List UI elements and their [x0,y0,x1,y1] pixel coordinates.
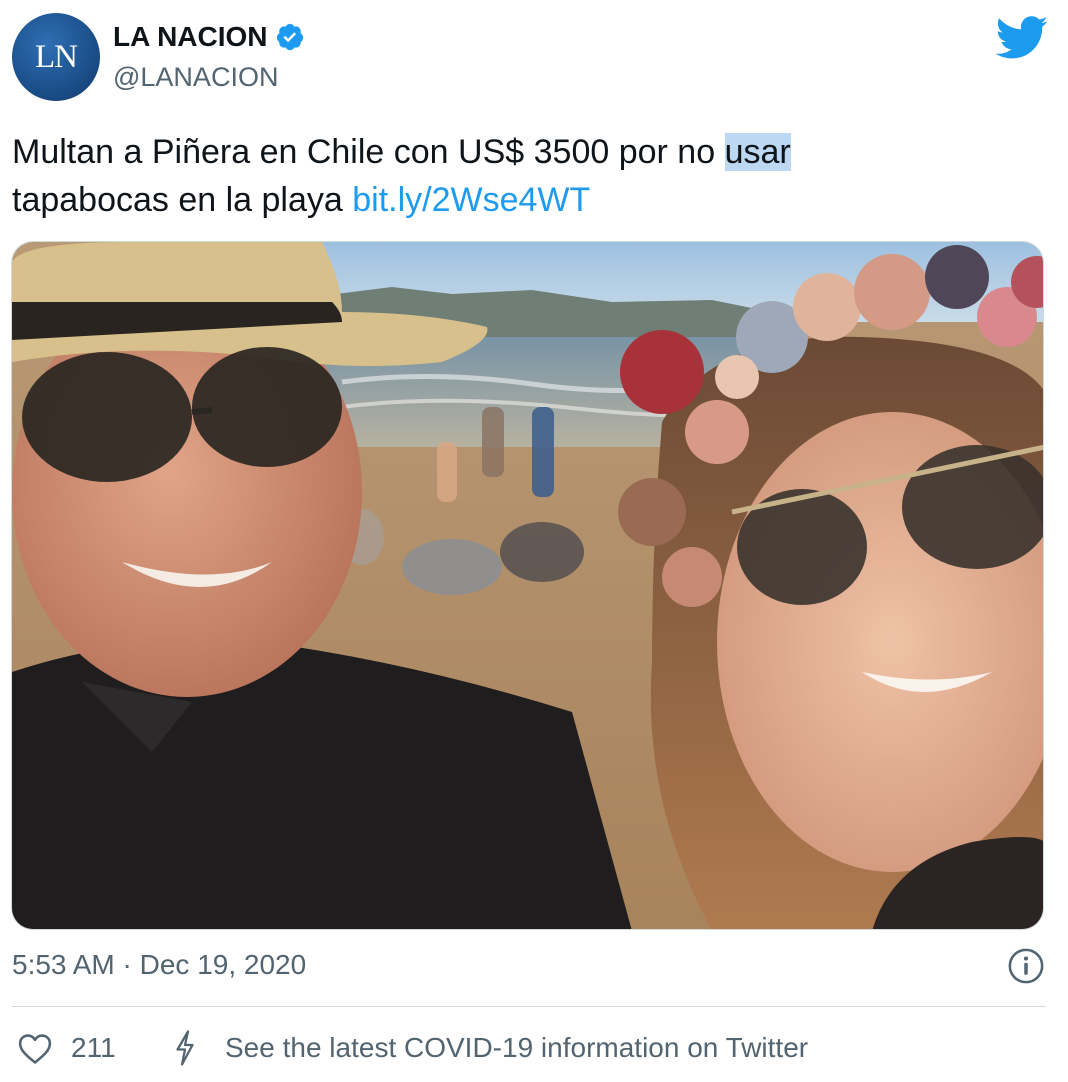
twitter-bird-icon[interactable] [995,16,1049,60]
tweet-text-part2: tapabocas en la playa [12,181,353,219]
like-heart-icon[interactable] [18,1033,52,1065]
tweet-link[interactable]: bit.ly/2Wse4WT [352,181,590,219]
lightning-bolt-icon [176,1030,194,1066]
tweet-text-part1: Multan a Piñera en Chile con US$ 3500 po… [12,133,725,171]
beach-selfie-photo-image [12,242,1043,929]
tweet-time: 5:53 AM [12,949,115,980]
like-count[interactable]: 211 [71,1032,116,1064]
verified-badge-icon [276,23,303,51]
tweet-text-highlighted: usar [724,133,791,171]
divider [12,1006,1046,1007]
tweet-timestamp[interactable]: 5:53 AM · Dec 19, 2020 [12,949,306,981]
covid-info-link[interactable]: See the latest COVID-19 information on T… [225,1032,808,1064]
timestamp-separator: · [114,949,140,980]
tweet-photo[interactable] [11,241,1044,930]
author-name-row[interactable]: LA NACION [113,21,305,53]
author-display-name[interactable]: LA NACION [113,21,268,53]
author-handle[interactable]: @LANACION [113,62,278,93]
tweet-date: Dec 19, 2020 [139,949,307,980]
author-avatar[interactable]: LN [12,13,100,101]
info-icon[interactable] [1007,947,1045,985]
avatar-logo-text: LN [35,38,78,75]
tweet-text: Multan a Piñera en Chile con US$ 3500 po… [12,128,1032,224]
